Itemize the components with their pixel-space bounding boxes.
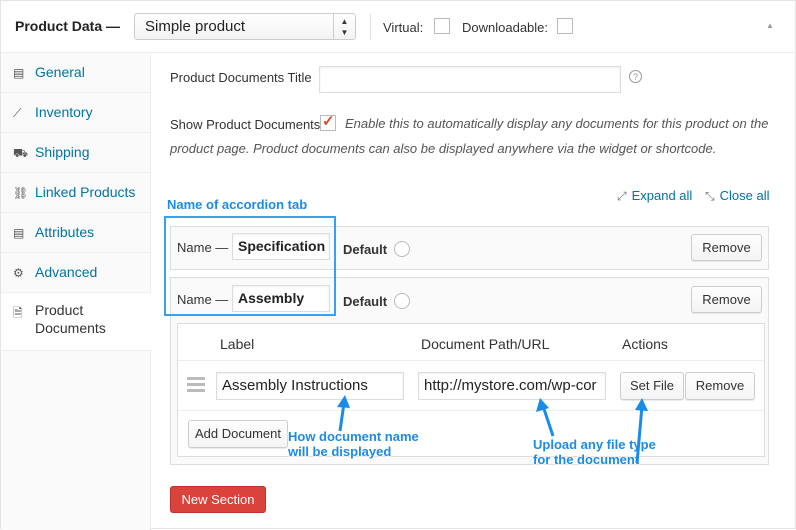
divider (178, 410, 764, 411)
documents-table: Label Document Path/URL Actions Assembly… (177, 323, 765, 457)
desc-line: Enable this to automatically display any… (345, 116, 769, 131)
new-section-button[interactable]: New Section (170, 486, 266, 513)
document-label-input[interactable]: Assembly Instructions (216, 372, 404, 400)
virtual-checkbox[interactable] (434, 18, 450, 34)
sidebar-item-label: Attributes (35, 224, 95, 240)
divider (370, 14, 371, 40)
virtual-label: Virtual: (383, 20, 424, 35)
sidebar-item-label: General (35, 64, 85, 80)
list-icon: ▤ (13, 226, 25, 240)
general-icon: ▤ (13, 66, 25, 80)
sidebar-item-label: Linked Products (35, 184, 136, 200)
document-icon: 🗎 (13, 306, 23, 320)
sidebar-item-product-documents[interactable]: 🗎 Product Documents (1, 293, 152, 351)
default-label: Default (343, 242, 388, 257)
expand-all-link[interactable]: ⤢ Expand all (617, 188, 692, 204)
annotation-arrow-icon (536, 398, 555, 437)
link-icon: ⛓ (13, 186, 29, 200)
column-header-actions: Actions (622, 336, 668, 352)
annotation-highlight-box (164, 216, 336, 316)
column-header-url: Document Path/URL (421, 336, 550, 352)
collapse-icon: ⤡ (705, 189, 715, 203)
downloadable-checkbox[interactable] (557, 18, 573, 34)
desc-line: product page. Product documents can also… (170, 141, 717, 156)
annotation-line: How document name (288, 429, 419, 444)
annotation-doc-name: How document name will be displayed (288, 429, 419, 459)
remove-section-button[interactable]: Remove (691, 286, 762, 313)
triangle-up-icon[interactable]: ▲ (766, 21, 774, 30)
product-type-value: Simple product (145, 18, 246, 35)
close-all-link[interactable]: ⤡ Close all (705, 188, 769, 204)
sidebar-item-label: Inventory (35, 104, 93, 120)
divider (178, 360, 764, 361)
expand-icon: ⤢ (617, 189, 627, 203)
product-type-select[interactable]: Simple product ▲ ▼ (134, 13, 356, 40)
annotation-arrow-icon (337, 395, 350, 432)
sidebar-item-label: Shipping (35, 144, 90, 160)
help-icon[interactable]: ? (629, 70, 642, 83)
show-docs-label: Show Product Documents (170, 117, 321, 132)
show-docs-checkbox[interactable]: ✓ (320, 113, 336, 131)
annotation-line: will be displayed (288, 444, 392, 459)
close-all-label: Close all (719, 188, 770, 203)
sidebar-item-attributes[interactable]: ▤ Attributes (1, 213, 151, 253)
checkmark-icon: ✓ (322, 113, 335, 130)
truck-icon: ⛟ (13, 146, 29, 160)
column-header-label: Label (220, 336, 255, 352)
show-docs-description-2: product page. Product documents can also… (170, 136, 716, 161)
annotation-accordion: Name of accordion tab (167, 197, 308, 212)
set-file-button[interactable]: Set File (620, 372, 684, 400)
show-docs-description: Enable this to automatically display any… (345, 111, 785, 136)
remove-section-button[interactable]: Remove (691, 234, 762, 261)
sidebar-item-label: Product Documents (35, 302, 106, 336)
sidebar-item-linked-products[interactable]: ⛓ Linked Products (1, 173, 151, 213)
default-radio[interactable] (394, 293, 410, 309)
panel-title: Product Data — (15, 18, 121, 34)
default-label: Default (343, 294, 388, 309)
drag-handle-icon[interactable] (187, 377, 205, 395)
docs-title-label: Product Documents Title (170, 70, 312, 85)
sidebar: ▤ General ⟋ Inventory ⛟ Shipping ⛓ Linked Pr… (1, 53, 152, 530)
sidebar-item-label: Advanced (35, 264, 98, 280)
downloadable-label: Downloadable: (462, 20, 549, 35)
document-url-input[interactable]: http://mystore.com/wp-cor (418, 372, 606, 400)
inventory-icon: ⟋ (13, 106, 22, 120)
remove-document-button[interactable]: Remove (685, 372, 755, 400)
select-arrows-icon: ▲ ▼ (333, 14, 355, 39)
sidebar-item-advanced[interactable]: ⚙ Advanced (1, 253, 151, 293)
docs-title-input[interactable] (319, 66, 621, 93)
sidebar-item-shipping[interactable]: ⛟ Shipping (1, 133, 151, 173)
default-radio[interactable] (394, 241, 410, 257)
gear-icon: ⚙ (13, 266, 24, 280)
annotation-line: for the document (533, 452, 640, 467)
sidebar-item-inventory[interactable]: ⟋ Inventory (1, 93, 151, 133)
expand-all-label: Expand all (631, 188, 693, 203)
sidebar-item-general[interactable]: ▤ General (1, 53, 151, 93)
add-document-button[interactable]: Add Document (188, 420, 288, 448)
annotation-arrow-icon (635, 398, 648, 464)
panel-header: Product Data — Simple product ▲ ▼ Virtual… (1, 1, 796, 53)
